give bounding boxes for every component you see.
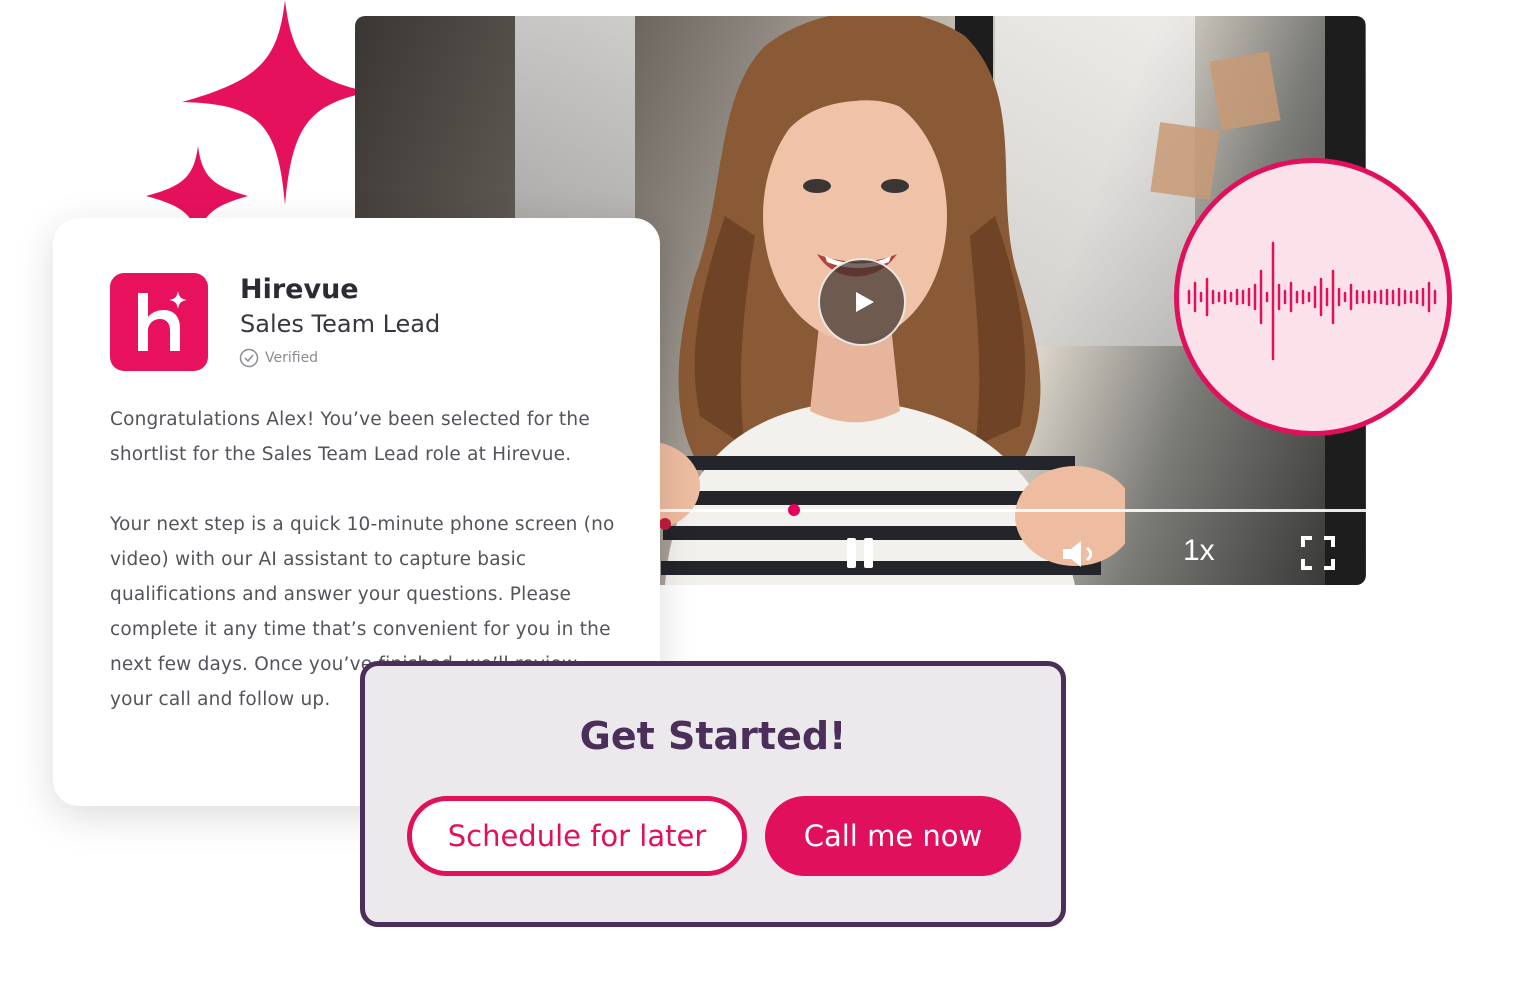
job-role: Sales Team Lead <box>240 310 441 338</box>
hirevue-logo <box>110 273 208 371</box>
sparkle-icon <box>146 0 370 240</box>
get-started-panel: Get Started! Schedule for later Call me … <box>360 661 1066 927</box>
play-icon <box>855 292 874 312</box>
schedule-later-button[interactable]: Schedule for later <box>407 796 747 876</box>
audio-waveform-indicator <box>1174 158 1452 436</box>
verified-badge: Verified <box>239 348 318 368</box>
playback-speed[interactable]: 1x <box>1183 534 1215 568</box>
verified-label: Verified <box>265 350 319 366</box>
pause-icon[interactable] <box>845 536 875 570</box>
message-paragraph: Congratulations Alex! You’ve been select… <box>110 409 590 465</box>
video-progress-bar[interactable] <box>660 504 1366 516</box>
play-button[interactable] <box>818 258 906 346</box>
volume-icon[interactable] <box>1061 538 1103 570</box>
sticky-note <box>1150 122 1220 200</box>
hirevue-logo-icon <box>138 291 187 351</box>
waveform-icon <box>1187 241 1437 361</box>
fullscreen-icon[interactable] <box>1301 536 1335 570</box>
company-name: Hirevue <box>240 274 359 305</box>
sticky-note <box>1209 51 1281 131</box>
get-started-title: Get Started! <box>579 714 847 758</box>
check-circle-icon <box>239 348 259 368</box>
call-me-now-button[interactable]: Call me now <box>765 796 1021 876</box>
